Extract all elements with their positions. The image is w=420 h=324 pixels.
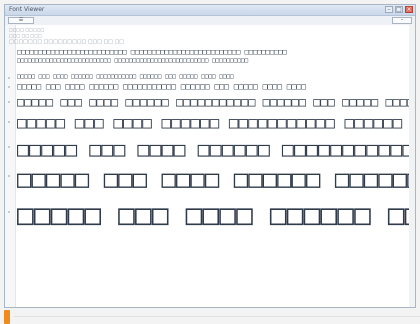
info-line-1: □□□□ □□□□□ [9,27,45,32]
toolbar-button-right[interactable]: – [392,17,412,24]
window-title: Font Viewer [9,6,45,13]
charset-line-1: □□□□□□□□□□□□□□□□□□□□□□□□□□ □□□□□□□□□□□□□… [17,49,287,56]
sample-line-size-4: □□□□□ □□□ □□□□ □□□□□□ □□□□□□□□□□□ □□□□□□… [17,114,415,132]
window-controls: – □ × [385,6,413,13]
font-viewer-window: Font Viewer – □ × ☰ – □□□□ □□□□□ □□□ □□ … [4,4,416,308]
vertical-scrollbar[interactable] [409,25,415,307]
step-marker-icon [4,310,10,324]
minimize-button[interactable]: – [385,6,393,13]
gutter-marker [8,146,10,148]
gutter-marker [8,175,10,177]
font-preview-area: □□□□ □□□□□ □□□ □□ □□□ □□□□□□□ □□□□□□□□□ … [5,25,415,307]
sample-line-size-3: □□□□□ □□□ □□□□ □□□□□□ □□□□□□□□□□□ □□□□□□… [17,95,415,109]
gutter-marker [8,77,10,79]
gutter-marker [8,211,10,213]
sample-line-size-7: □□□□□ □□□ □□□□ □□□□□□ □□□□□□□□□□□ □□□□□□… [17,200,415,230]
info-line-2: □□□ □□ □□□ [9,33,42,38]
gutter-marker [8,121,10,123]
toolbar-button-menu[interactable]: ☰ [8,17,34,24]
sample-line-size-1: □□□□□ □□□ □□□□ □□□□□□ □□□□□□□□□□□ □□□□□□… [17,73,234,80]
gutter-marker [8,101,10,103]
sample-line-size-6: □□□□□ □□□ □□□□ □□□□□□ □□□□□□□□□□□ □□□□□□… [17,166,415,192]
info-line-3: □□□□□□□ □□□□□□□□□ □□□ □□ □□ [9,39,125,45]
sample-line-size-2: □□□□□ □□□ □□□□ □□□□□□ □□□□□□□□□□□ □□□□□□… [17,82,306,91]
maximize-button[interactable]: □ [395,6,403,13]
gutter-marker [8,86,10,88]
close-button[interactable]: × [405,6,413,13]
title-bar: Font Viewer – □ × [5,5,415,16]
charset-line-2: □□□□□□□□□□□□□□□□□□□□□□□□□□ □□□□□□□□□□□□□… [17,58,249,64]
divider [14,316,420,317]
sample-line-size-5: □□□□□ □□□ □□□□ □□□□□□ □□□□□□□□□□□ □□□□□□… [17,138,415,160]
line-gutter [5,25,16,307]
